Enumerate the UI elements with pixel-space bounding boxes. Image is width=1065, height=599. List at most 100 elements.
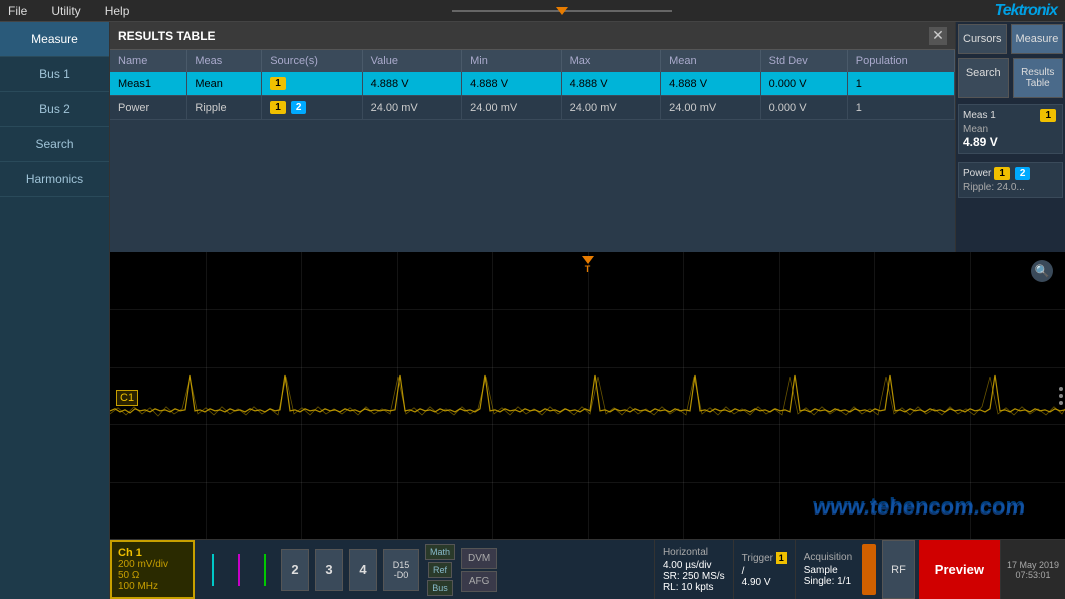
acquisition-title: Acquisition <box>804 552 852 563</box>
results-table: Name Meas Source(s) Value Min Max Mean S… <box>110 50 955 120</box>
bus-button[interactable]: Bus <box>427 580 453 596</box>
ch1-scale: 200 mV/div <box>118 559 187 570</box>
source-badge-2: 2 <box>291 101 307 114</box>
power-badge2: 2 <box>1015 167 1031 180</box>
left-sidebar: Measure Bus 1 Bus 2 Search Harmonics <box>0 22 110 599</box>
time-display: 07:53:01 <box>1015 570 1050 580</box>
acquisition-rate: Single: 1/1 <box>804 576 852 587</box>
horizontal-sr: SR: 250 MS/s <box>663 571 725 582</box>
cyan-line <box>212 554 214 586</box>
sidebar-item-search[interactable]: Search <box>0 127 109 162</box>
meas1-value: 4.89 V <box>963 135 1058 149</box>
cursors-button[interactable]: Cursors <box>958 24 1007 54</box>
three-dots-menu[interactable] <box>1059 387 1063 405</box>
results-table-container: Name Meas Source(s) Value Min Max Mean S… <box>110 50 955 252</box>
waveform-area: T C1 www.tehencom.com 🔍 <box>110 252 1065 539</box>
dot2 <box>1059 394 1063 398</box>
bottom-bar: Ch 1 200 mV/div 50 Ω 100 MHz 2 3 <box>110 539 1065 599</box>
sidebar-item-measure[interactable]: Measure <box>0 22 109 57</box>
sidebar-item-harmonics[interactable]: Harmonics <box>0 162 109 197</box>
results-close-button[interactable]: ✕ <box>929 27 947 45</box>
sidebar-item-bus1[interactable]: Bus 1 <box>0 57 109 92</box>
horizontal-time-div: 4.00 µs/div <box>663 560 725 571</box>
cell-stddev: 0.000 V <box>760 72 847 96</box>
power-type: Ripple: 24.0... <box>963 182 1058 193</box>
sidebar-item-bus2[interactable]: Bus 2 <box>0 92 109 127</box>
power-card-header: Power 1 2 <box>963 167 1058 180</box>
col-name: Name <box>110 50 187 72</box>
cell-min: 24.00 mV <box>462 96 562 120</box>
search-results-buttons: Search ResultsTable <box>956 56 1065 100</box>
dvm-afg-group: DVM AFG <box>461 548 497 592</box>
dvm-button[interactable]: DVM <box>461 548 497 569</box>
math-ref-bus-group: Math Ref Bus <box>425 544 455 596</box>
rf-button[interactable]: RF <box>882 540 915 599</box>
ref-button[interactable]: Ref <box>428 562 452 578</box>
power-card[interactable]: Power 1 2 Ripple: 24.0... <box>958 162 1063 198</box>
date-time: 17 May 2019 07:53:01 <box>1000 540 1065 599</box>
line-indicator-cyan <box>203 549 223 591</box>
menubar-left: File Utility Help <box>8 4 129 18</box>
results-panel: RESULTS TABLE ✕ Name Meas Source(s) Valu… <box>110 22 955 252</box>
bottom-controls: 2 3 4 D15 -D0 Math Ref Bus DVM AFG <box>195 540 654 599</box>
ch1-label: Ch 1 <box>118 547 187 559</box>
cell-min: 4.888 V <box>462 72 562 96</box>
results-table-title: RESULTS TABLE <box>118 29 216 43</box>
source-badge-1: 1 <box>270 77 286 90</box>
ch1-info: Ch 1 200 mV/div 50 Ω 100 MHz <box>110 540 195 599</box>
d15-button[interactable]: D15 -D0 <box>383 549 419 591</box>
ch1-bandwidth: 100 MHz <box>118 581 187 592</box>
menu-utility[interactable]: Utility <box>51 4 80 18</box>
measure-button[interactable]: Measure <box>1011 24 1064 54</box>
magenta-line <box>238 554 240 586</box>
menu-help[interactable]: Help <box>105 4 130 18</box>
num2-button[interactable]: 2 <box>281 549 309 591</box>
cell-source: 1 <box>262 72 362 96</box>
cell-meas: Ripple <box>187 96 262 120</box>
search-button[interactable]: Search <box>958 58 1009 98</box>
col-population: Population <box>847 50 954 72</box>
col-value: Value <box>362 50 462 72</box>
table-row[interactable]: Power Ripple 1 2 24.00 mV 24.00 mV 24.00… <box>110 96 955 120</box>
horizontal-title: Horizontal <box>663 547 725 558</box>
menubar: File Utility Help Tektronix <box>0 0 1065 22</box>
num4-button[interactable]: 4 <box>349 549 377 591</box>
col-stddev: Std Dev <box>760 50 847 72</box>
right-sidebar: Cursors Measure Search ResultsTable Meas… <box>955 22 1065 252</box>
meas1-badge: 1 <box>1040 109 1056 122</box>
horizontal-rl: RL: 10 kpts <box>663 582 725 593</box>
cell-population: 1 <box>847 96 954 120</box>
results-table-button[interactable]: ResultsTable <box>1013 58 1064 98</box>
num3-button[interactable]: 3 <box>315 549 343 591</box>
dot1 <box>1059 387 1063 391</box>
acquisition-mode: Sample <box>804 565 852 576</box>
cell-meas: Mean <box>187 72 262 96</box>
timeline-marker <box>556 7 568 15</box>
meas1-type: Mean <box>963 124 1058 135</box>
cell-value: 4.888 V <box>362 72 462 96</box>
math-button[interactable]: Math <box>425 544 455 560</box>
timeline-bar <box>452 10 672 12</box>
table-header-row: Name Meas Source(s) Value Min Max Mean S… <box>110 50 955 72</box>
trigger-value: 4.90 V <box>742 577 787 588</box>
dot3 <box>1059 401 1063 405</box>
menu-file[interactable]: File <box>8 4 27 18</box>
afg-button[interactable]: AFG <box>461 571 497 592</box>
d0-label: -D0 <box>394 570 409 580</box>
main-layout: Measure Bus 1 Bus 2 Search Harmonics RES… <box>0 22 1065 599</box>
cell-mean: 4.888 V <box>661 72 761 96</box>
trigger-badge: 1 <box>776 552 787 564</box>
trigger-icon: / <box>742 566 787 577</box>
meas1-card[interactable]: Meas 1 1 Mean 4.89 V <box>958 104 1063 154</box>
table-row[interactable]: Meas1 Mean 1 4.888 V 4.888 V 4.888 V 4.8… <box>110 72 955 96</box>
meas1-title: Meas 1 <box>963 110 996 121</box>
cell-max: 24.00 mV <box>561 96 661 120</box>
preview-button[interactable]: Preview <box>919 540 1000 599</box>
line-indicator-green <box>255 549 275 591</box>
col-mean: Mean <box>661 50 761 72</box>
content-area: RESULTS TABLE ✕ Name Meas Source(s) Valu… <box>110 22 1065 599</box>
power-title: Power <box>963 168 991 179</box>
col-max: Max <box>561 50 661 72</box>
results-table-header: RESULTS TABLE ✕ <box>110 22 955 50</box>
waveform-search-icon[interactable]: 🔍 <box>1031 260 1053 282</box>
